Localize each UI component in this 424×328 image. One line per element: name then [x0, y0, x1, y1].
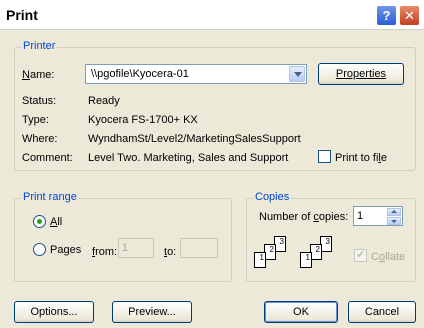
options-button[interactable]: Options... — [14, 301, 94, 323]
collate-illustration-1: 3 2 1 — [254, 236, 294, 272]
window-title: Print — [6, 7, 38, 23]
print-to-file-label[interactable]: Print to file — [335, 152, 387, 164]
check-icon: ✔ — [356, 249, 366, 261]
preview-button[interactable]: Preview... — [112, 301, 192, 323]
from-label: from: — [92, 246, 118, 258]
collate-checkbox[interactable]: ✔ — [354, 249, 367, 262]
from-value: 1 — [122, 242, 129, 254]
from-input[interactable]: 1 — [118, 238, 154, 258]
type-label: Type: — [22, 114, 49, 126]
collate-illustration-2: 3 2 1 — [300, 236, 340, 272]
all-radio[interactable] — [33, 215, 46, 228]
cancel-button[interactable]: Cancel — [348, 301, 416, 323]
status-label: Status: — [22, 95, 57, 107]
printer-name-select[interactable]: \\pgofile\Kyocera-01 — [85, 64, 307, 84]
properties-label: Properties — [335, 68, 387, 80]
type-value: Kyocera FS-1700+ KX — [88, 114, 198, 126]
pages-label[interactable]: Pages — [50, 244, 81, 256]
collate-page: 1 — [300, 252, 312, 268]
copies-stepper[interactable]: 1 — [353, 206, 403, 226]
comment-label: Comment: — [22, 152, 73, 164]
where-value: WyndhamSt/Level2/MarketingSalesSupport — [88, 133, 301, 145]
printer-name-value: \\pgofile\Kyocera-01 — [91, 68, 189, 80]
spin-down-icon[interactable] — [387, 217, 401, 225]
radio-selected-dot — [37, 219, 42, 224]
to-label: to: — [164, 246, 177, 258]
copies-value: 1 — [357, 210, 364, 222]
copies-legend: Copies — [253, 191, 292, 203]
copies-spin-buttons — [387, 208, 401, 225]
ok-button[interactable]: OK — [264, 301, 338, 323]
where-label: Where: — [22, 133, 58, 145]
all-label[interactable]: All — [50, 216, 62, 228]
spin-up-icon[interactable] — [387, 208, 401, 216]
collate-page: 1 — [254, 252, 266, 268]
chevron-down-icon[interactable] — [289, 66, 305, 82]
pages-radio[interactable] — [33, 243, 46, 256]
printer-name-label: Name: — [22, 69, 55, 81]
properties-button[interactable]: Properties — [318, 63, 404, 85]
to-input[interactable] — [180, 238, 218, 258]
close-button[interactable]: ✕ — [399, 5, 420, 26]
number-of-copies-label: Number of copies: — [259, 211, 349, 223]
status-value: Ready — [88, 95, 120, 107]
comment-value: Level Two. Marketing, Sales and Support — [88, 152, 289, 164]
printer-legend: Printer — [21, 40, 58, 52]
title-bar[interactable]: Print ? ✕ — [0, 0, 424, 30]
print-to-file-checkbox[interactable] — [318, 150, 331, 163]
help-button[interactable]: ? — [376, 5, 397, 26]
print-dialog: Print ? ✕ Printer Name: \\pgofile\Kyocer… — [0, 0, 424, 328]
print-range-legend: Print range — [21, 191, 79, 203]
collate-label[interactable]: Collate — [371, 251, 405, 263]
